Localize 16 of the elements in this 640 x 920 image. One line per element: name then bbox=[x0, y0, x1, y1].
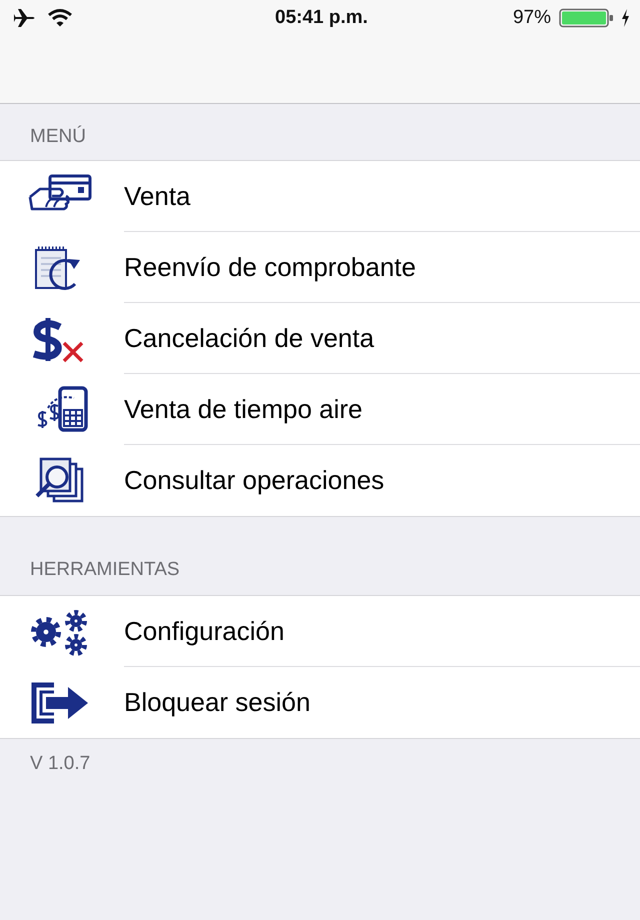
section-header: MENÚ bbox=[29, 124, 87, 149]
version-text: V 1.0.7 bbox=[29, 752, 92, 776]
menu-item[interactable]: Cancelación de venta bbox=[0, 303, 640, 374]
menu-item[interactable]: Bloquear sesión bbox=[0, 667, 640, 738]
status-time: 05:41 p.m. bbox=[275, 7, 368, 29]
battery-icon bbox=[559, 8, 615, 28]
menu-item[interactable]: Configuración bbox=[0, 596, 640, 667]
menu-item[interactable]: Venta bbox=[0, 161, 640, 232]
menu-item[interactable]: Reenvío de comprobante bbox=[0, 232, 640, 303]
airplane-icon bbox=[13, 8, 37, 28]
lightning-bolt-icon bbox=[621, 9, 630, 27]
menu-item[interactable]: Venta de tiempo aire bbox=[0, 374, 640, 445]
menu-item[interactable]: Consultar operaciones bbox=[0, 445, 640, 516]
wifi-icon bbox=[47, 8, 73, 28]
section-header: HERRAMIENTAS bbox=[29, 558, 181, 582]
battery-percentage: 97% bbox=[512, 7, 551, 29]
